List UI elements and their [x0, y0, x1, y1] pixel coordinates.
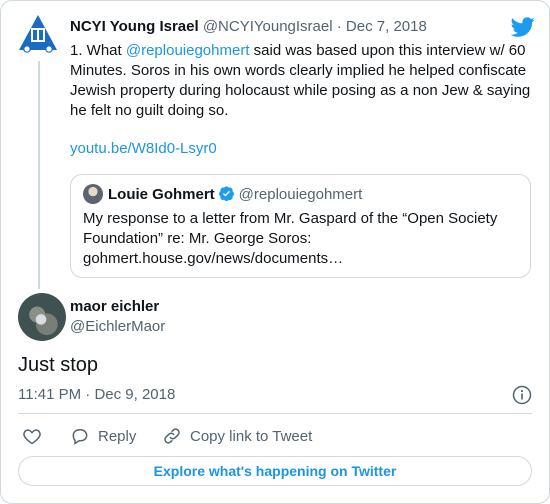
- copy-link-label: Copy link to Tweet: [190, 427, 313, 445]
- main-tweet-text: Just stop: [18, 354, 99, 376]
- parent-tweet-text: 1. What @replouiegohmert said was based …: [70, 41, 532, 121]
- quoted-tweet-header: Louie Gohmert @replouiegohmert: [108, 185, 362, 203]
- parent-tweet-header: NCYI Young Israel @NCYIYoungIsrael · Dec…: [70, 18, 427, 35]
- parent-date[interactable]: Dec 7, 2018: [346, 18, 427, 35]
- main-author-avatar[interactable]: [18, 293, 66, 341]
- twitter-bird-icon[interactable]: [511, 15, 535, 39]
- tweet-timestamp[interactable]: 11:41 PM · Dec 9, 2018: [18, 386, 175, 403]
- quoted-author-name: Louie Gohmert: [108, 186, 215, 203]
- reply-button[interactable]: Reply: [70, 425, 136, 447]
- quoted-tweet[interactable]: Louie Gohmert @replouiegohmert My respons…: [70, 174, 531, 278]
- tweet-date: Dec 9, 2018: [94, 386, 176, 403]
- copy-link-button[interactable]: Copy link to Tweet: [162, 425, 312, 447]
- parent-author-handle[interactable]: @NCYIYoungIsrael: [203, 18, 333, 35]
- youtube-link[interactable]: youtu.be/W8Id0-Lsyr0: [70, 139, 217, 159]
- explore-twitter-button[interactable]: Explore what's happening on Twitter: [18, 456, 532, 486]
- tweet-time: 11:41 PM: [18, 386, 82, 403]
- reply-label: Reply: [98, 427, 137, 445]
- thread-connector: [38, 61, 40, 289]
- main-author-handle[interactable]: @EichlerMaor: [70, 318, 165, 335]
- timestamp-separator: ·: [85, 386, 91, 403]
- mention-link[interactable]: @replouiegohmert: [126, 42, 250, 59]
- heart-icon: [23, 429, 41, 445]
- tweet-embed-card: NCYI Young Israel @NCYIYoungIsrael · Dec…: [0, 0, 550, 504]
- parent-separator: ·: [336, 18, 342, 35]
- like-button[interactable]: [22, 425, 42, 447]
- link-chain-icon: [164, 428, 180, 444]
- verified-badge-icon: [218, 186, 234, 202]
- main-author-name[interactable]: maor eichler: [70, 298, 159, 315]
- reply-bubble-icon: [72, 429, 88, 445]
- ncyi-logo-icon[interactable]: [18, 14, 58, 54]
- info-icon[interactable]: [512, 385, 532, 405]
- quoted-tweet-text: My response to a letter from Mr. Gaspard…: [83, 210, 498, 267]
- parent-author-name[interactable]: NCYI Young Israel: [70, 18, 199, 35]
- parent-text-prefix: 1. What: [70, 42, 126, 59]
- quoted-author-handle: @replouiegohmert: [238, 186, 363, 203]
- quoted-author-avatar: [83, 184, 103, 204]
- divider: [18, 413, 532, 414]
